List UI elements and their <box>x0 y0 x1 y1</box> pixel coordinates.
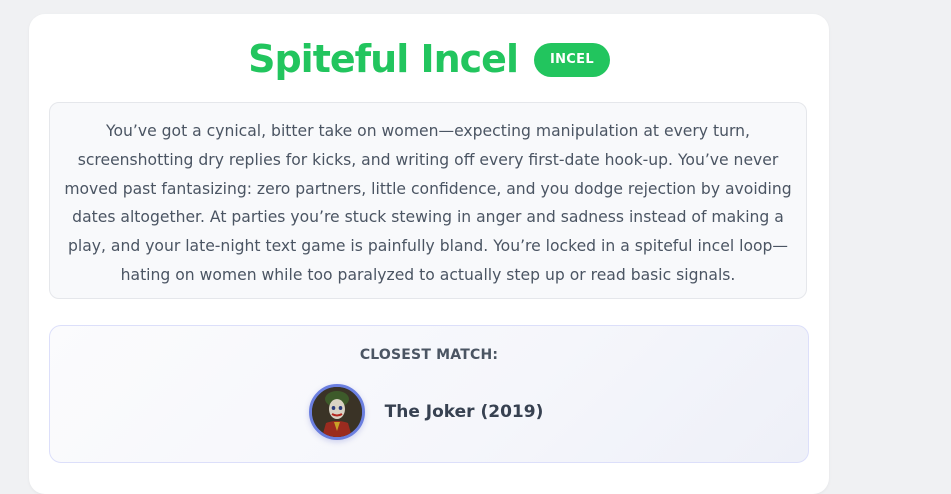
closest-match-label: CLOSEST MATCH: <box>359 347 499 363</box>
avatar <box>308 384 365 440</box>
title-row: Spiteful Incel INCEL <box>29 36 829 82</box>
closest-match-panel: CLOSEST MATCH: The Joker (2019) <box>49 325 809 463</box>
closest-match-name: The Joker (2019) <box>384 402 544 422</box>
result-card: Spiteful Incel INCEL You’ve got a cynica… <box>29 14 829 494</box>
result-title: Spiteful Incel <box>248 37 519 81</box>
closest-match-row: The Joker (2019) <box>50 382 808 442</box>
category-badge: INCEL <box>533 43 610 77</box>
description-panel: You’ve got a cynical, bitter take on wom… <box>49 102 807 299</box>
joker-portrait-icon <box>311 387 362 437</box>
result-description: You’ve got a cynical, bitter take on wom… <box>64 122 792 284</box>
